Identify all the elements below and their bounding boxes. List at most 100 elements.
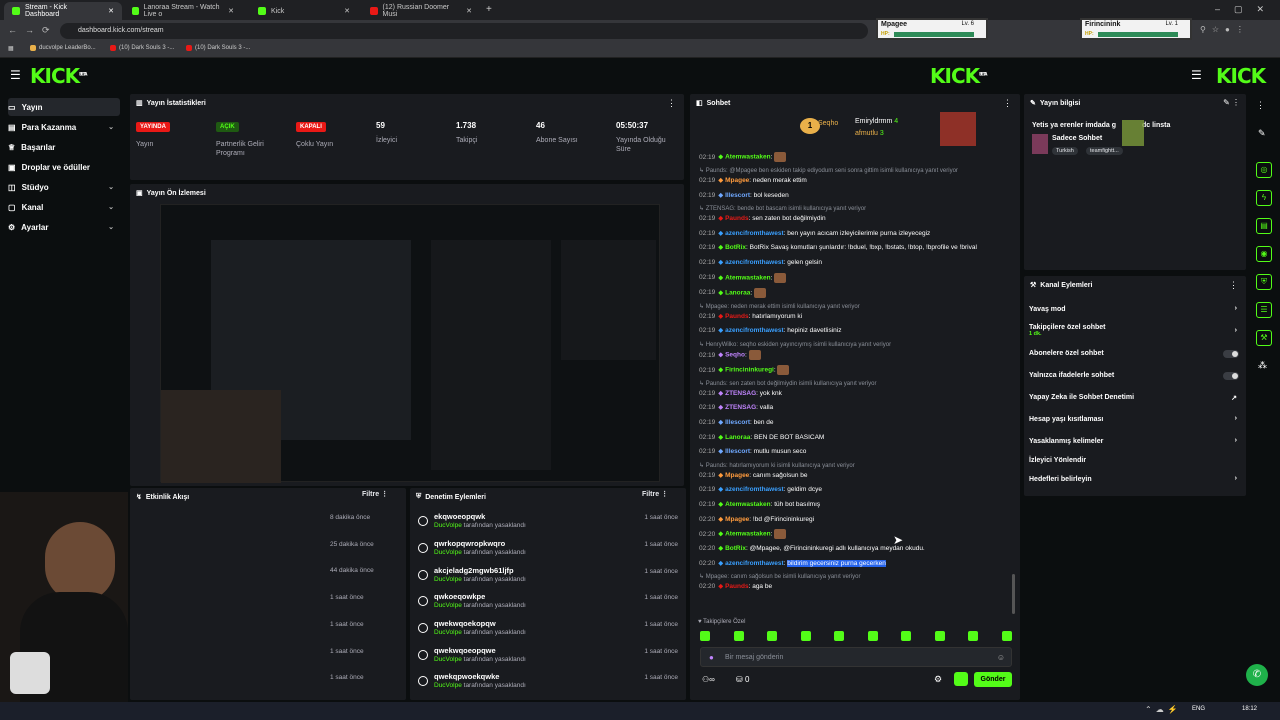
- bookmark[interactable]: (10) Dark Souls 3 -...: [110, 45, 174, 51]
- emote-icon[interactable]: [733, 631, 744, 641]
- action-followers-only[interactable]: Takipçilere özel sohbet 1 dk. ›: [1029, 324, 1241, 337]
- action-raid[interactable]: İzleyici Yönlendir: [1029, 457, 1241, 464]
- chat-username[interactable]: Illescort: [725, 448, 750, 455]
- hamburger-menu-icon[interactable]: ☰: [1191, 68, 1202, 82]
- moderation-item[interactable]: qwkoeqowkpe DucVolpe tarafından yasakland…: [416, 592, 686, 618]
- window-controls[interactable]: –▢✕: [1215, 4, 1278, 15]
- chat-message[interactable]: 02:19 ◆ Lanoraa: BEN DE BOT BASICAM: [699, 433, 824, 441]
- chat-message[interactable]: 02:19 ◆ Illescort: bol keseden: [699, 191, 789, 199]
- chat-message[interactable]: 02:19 ◆ Mpagee: neden merak ettim: [699, 176, 807, 184]
- close-tab-icon[interactable]: ✕: [228, 7, 234, 15]
- url-field[interactable]: dashboard.kick.com/stream: [60, 23, 868, 39]
- chat-username[interactable]: Illescort: [725, 419, 750, 426]
- more-options-icon[interactable]: ⋮: [1256, 100, 1265, 111]
- chat-username[interactable]: BotRix: [725, 545, 746, 552]
- chat-message[interactable]: 02:20 ◆ azencifromthawest: bildirim gecer…: [699, 559, 886, 567]
- chat-message[interactable]: 02:19 ◆ azencifromthawest: ben yayın acıc…: [699, 229, 930, 237]
- chat-message[interactable]: 02:19 ◆ Atemwastaken: tüh bot basılmış: [699, 500, 820, 508]
- chat-username[interactable]: Paunds: [725, 215, 748, 222]
- emote-icon[interactable]: [901, 631, 912, 641]
- chat-message[interactable]: 02:19 ◆ Firincininkuregi:: [699, 364, 790, 375]
- chat-message[interactable]: 02:20 ◆ Mpagee: !bd @Firincininkuregi: [699, 515, 814, 523]
- chat-message[interactable]: 02:19 ◆ ZTENSAG: valla: [699, 403, 773, 411]
- chat-message[interactable]: 02:19 ◆ ZTENSAG: yok knk: [699, 389, 782, 397]
- filter-button[interactable]: Filtre ⋮: [642, 490, 668, 498]
- sidebar-item-kanal[interactable]: ▢ Kanal ⌄: [8, 198, 120, 216]
- chat-message[interactable]: 02:19 ◆ Atemwastaken:: [699, 152, 787, 162]
- send-button[interactable]: Gönder: [974, 672, 1012, 687]
- moderation-item[interactable]: qwekwqoekopqw DucVolpe tarafından yasakla…: [416, 619, 686, 645]
- action-account-age[interactable]: Hesap yaşı kısıtlaması ›: [1029, 415, 1241, 423]
- chat-message[interactable]: 02:19 ◆ Illescort: ben de: [699, 418, 774, 426]
- stream-preview-video[interactable]: [160, 204, 660, 483]
- chat-username[interactable]: Lanoraa: [725, 289, 750, 296]
- mic-icon[interactable]: ●: [709, 653, 714, 662]
- chat-bubble-icon[interactable]: ◉: [1256, 246, 1272, 262]
- browser-tab[interactable]: Stream - Kick Dashboard ✕: [4, 2, 122, 20]
- chat-username[interactable]: azencifromthawest: [725, 259, 784, 266]
- sidebar-item-para-kazanma[interactable]: ▤ Para Kazanma ⌄: [8, 118, 120, 136]
- bookmark[interactable]: (10) Dark Souls 3 -...: [186, 45, 250, 51]
- browser-tab[interactable]: (12) Russian Doomer Musi ✕: [362, 2, 480, 20]
- list-icon[interactable]: ☰: [1256, 302, 1272, 318]
- more-options-icon[interactable]: ⋮: [667, 98, 676, 109]
- wrench-icon[interactable]: ⚒: [1256, 330, 1272, 346]
- kick-logo[interactable]: KICKBETA: [30, 64, 87, 88]
- close-tab-icon[interactable]: ✕: [344, 7, 350, 15]
- emote-icon[interactable]: [700, 631, 710, 641]
- chat-username[interactable]: Mpagee: [725, 516, 749, 523]
- emote-icon[interactable]: [867, 631, 878, 641]
- action-ai-moderation[interactable]: Yapay Zeka ile Sohbet Denetimi ↗: [1029, 394, 1241, 402]
- chat-username[interactable]: Atemwastaken: [725, 531, 771, 538]
- chat-message[interactable]: 02:19 ◆ Illescort: mutlu musun seco: [699, 447, 806, 455]
- moderation-item[interactable]: qwekqpwoekqwke DucVolpe tarafından yasakl…: [416, 672, 686, 698]
- browser-tab[interactable]: Lanoraa Stream - Watch Live o ✕: [124, 2, 242, 20]
- nav-arrows-icon[interactable]: ←→⟳: [8, 25, 58, 36]
- emote-icon[interactable]: [767, 631, 778, 641]
- moderation-item[interactable]: akcjeladg2mgwb61ljfp DucVolpe tarafından …: [416, 566, 686, 592]
- pencil-icon[interactable]: ✎: [1258, 128, 1266, 139]
- close-tab-icon[interactable]: ✕: [108, 7, 114, 15]
- chat-message[interactable]: 02:19 ◆ azencifromthawest: geldim dcye: [699, 485, 822, 493]
- emote-icon[interactable]: [968, 631, 979, 641]
- tray-icons[interactable]: ⌃☁⚡: [1145, 705, 1182, 714]
- hamburger-menu-icon[interactable]: ☰: [10, 68, 21, 82]
- chat-username[interactable]: azencifromthawest: [725, 327, 784, 334]
- action-banned-words[interactable]: Yasaklanmış kelimeler ›: [1029, 437, 1241, 445]
- emoji-icon[interactable]: ☺: [997, 653, 1005, 662]
- toggle-switch[interactable]: [1223, 350, 1239, 358]
- gear-icon[interactable]: ⚙: [934, 674, 942, 685]
- chat-username[interactable]: Lanoraa: [725, 434, 750, 441]
- chat-username[interactable]: Atemwastaken: [725, 274, 771, 281]
- chat-message[interactable]: 02:19 ◆ Atemwastaken:: [699, 272, 787, 283]
- action-goals[interactable]: Hedefleri belirleyin ›: [1029, 475, 1241, 483]
- chat-message[interactable]: 02:19 ◆ Lanoraa:: [699, 287, 767, 298]
- sidebar-item-droplar[interactable]: ▣ Droplar ve ödüller: [8, 158, 120, 176]
- browser-actions[interactable]: ⚲☆●⋮: [1200, 25, 1270, 37]
- moderation-item[interactable]: qwrkopqwropkwqro DucVolpe tarafından yasa…: [416, 539, 686, 565]
- toggle-switch[interactable]: [1223, 372, 1239, 380]
- chat-bubble-icon[interactable]: ✆: [1246, 664, 1268, 686]
- chat-message[interactable]: 02:20 ◆ Atemwastaken:: [699, 529, 787, 540]
- moderation-item[interactable]: qwekwqoeopqwe DucVolpe tarafından yasakla…: [416, 646, 686, 672]
- browser-tab[interactable]: Kick ✕: [250, 2, 358, 20]
- chat-username[interactable]: BotRix: [725, 244, 746, 251]
- emote-icon[interactable]: [834, 631, 845, 641]
- emote-icon[interactable]: [1001, 631, 1012, 641]
- chat-input[interactable]: ● Bir mesaj gönderin ☺: [700, 647, 1012, 667]
- action-subscribers-only[interactable]: Abonelere özel sohbet: [1029, 350, 1241, 358]
- bot-icon[interactable]: [954, 672, 968, 686]
- chat-message[interactable]: 02:19 ◆ Mpagee: canım sağolsun be: [699, 471, 807, 479]
- chat-username[interactable]: azencifromthawest: [725, 230, 784, 237]
- chat-message[interactable]: 02:20 ◆ BotRix: @Mpagee, @Firincininkureg…: [699, 544, 925, 552]
- chat-username[interactable]: Mpagee: [725, 472, 749, 479]
- chat-message[interactable]: 02:19 ◆ Paunds: sen zaten bot değilmiydin: [699, 214, 826, 222]
- lightning-icon[interactable]: ϟ: [1256, 190, 1272, 206]
- chat-username[interactable]: Seqho: [725, 352, 745, 359]
- chat-message[interactable]: 02:19 ◆ Seqho:: [699, 349, 761, 360]
- action-slow-mode[interactable]: Yavaş mod ›: [1029, 305, 1241, 313]
- filter-button[interactable]: Filtre ⋮: [362, 490, 388, 498]
- add-widget-icon[interactable]: ⁂: [1258, 360, 1267, 371]
- chat-username[interactable]: azencifromthawest: [725, 486, 784, 493]
- emote-icon[interactable]: [800, 631, 811, 641]
